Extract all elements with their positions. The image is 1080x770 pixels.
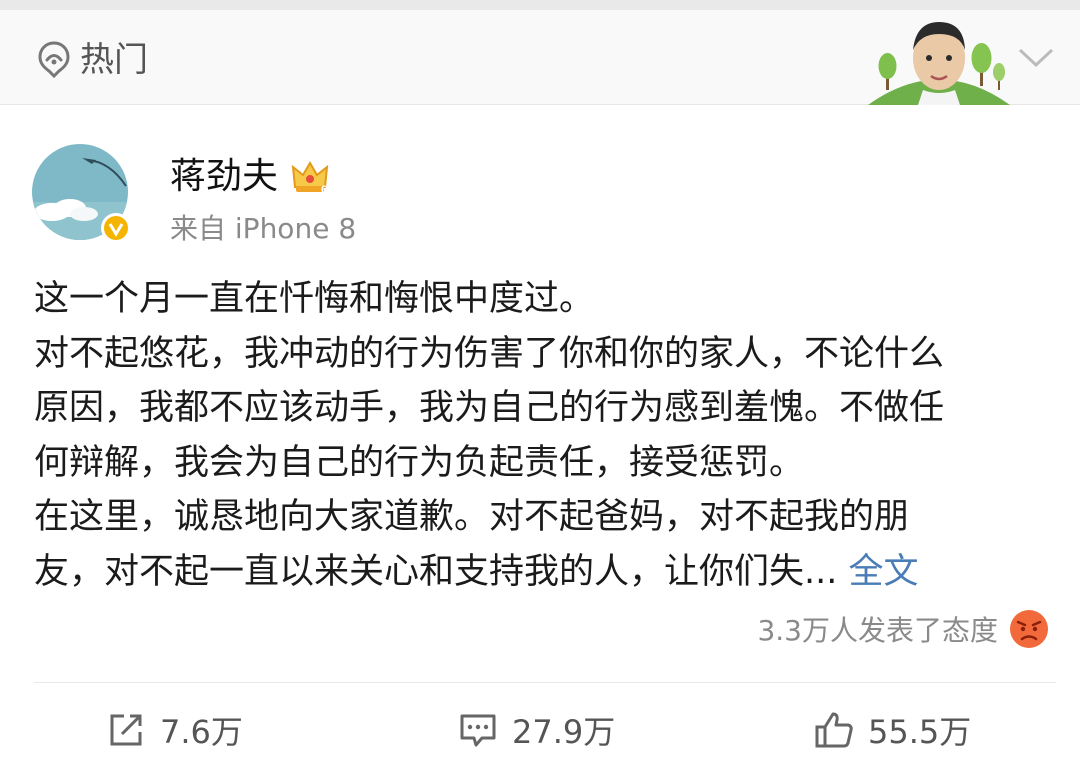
post-line: 在这里，诚恳地向大家道歉。对不起爸妈，对不起我的朋 [34,497,910,537]
like-count: 55.5万 [868,713,972,751]
chevron-down-icon[interactable] [1016,46,1056,70]
angry-emoji-icon [1010,610,1048,648]
avatar[interactable] [30,142,134,246]
author-row: 蒋劲夫 6 [170,152,330,202]
like-thumb-icon [815,712,853,748]
verified-badge-icon [101,213,131,243]
comment-button[interactable]: 27.9万 [458,708,615,752]
post-line: 何辩解，我会为自己的行为负起责任，接受惩罚。 [34,442,805,483]
post-content: 这一个月一直在忏悔和悔恨中度过。 对不起悠花，我冲动的行为伤害了你和你的家人，不… [34,272,1054,599]
action-bar: 7.6万 27.9万 55.5万 [0,690,1080,770]
repost-icon [110,714,142,746]
svg-text:6: 6 [321,184,327,196]
reactions-summary[interactable]: 3.3万人发表了态度 [757,606,1050,652]
header-banner-illustration [868,22,1010,105]
post-line: 对不起悠花，我冲动的行为伤害了你和你的家人，不论什么 [34,333,945,374]
like-button[interactable]: 55.5万 [814,708,971,752]
vip-crown-icon[interactable]: 6 [290,157,330,197]
post-line: 这一个月一直在忏悔和悔恨中度过。 [34,279,595,319]
header-bar: 热门 [0,10,1080,105]
repost-button[interactable]: 7.6万 [106,708,243,752]
reactions-text: 3.3万人发表了态度 [757,614,998,647]
top-strip [0,0,1080,10]
divider [34,682,1056,683]
full-text-link[interactable]: 全文 [849,552,919,592]
comment-count: 27.9万 [512,713,616,751]
repost-count: 7.6万 [160,713,243,751]
comment-icon [460,714,496,747]
post-line-text: 友，对不起一直以来关心和支持我的人，让你们失... [34,551,838,592]
hot-topic-icon [38,41,70,78]
author-name[interactable]: 蒋劲夫 [170,154,278,200]
post-line: 原因，我都不应该动手，我为自己的行为感到羞愧。不做任 [34,388,945,428]
post-line-last: 友，对不起一直以来关心和支持我的人，让你们失... 全文 [34,545,1054,600]
post-source: 来自 iPhone 8 [170,212,357,245]
hot-tab-label[interactable]: 热门 [80,40,148,80]
